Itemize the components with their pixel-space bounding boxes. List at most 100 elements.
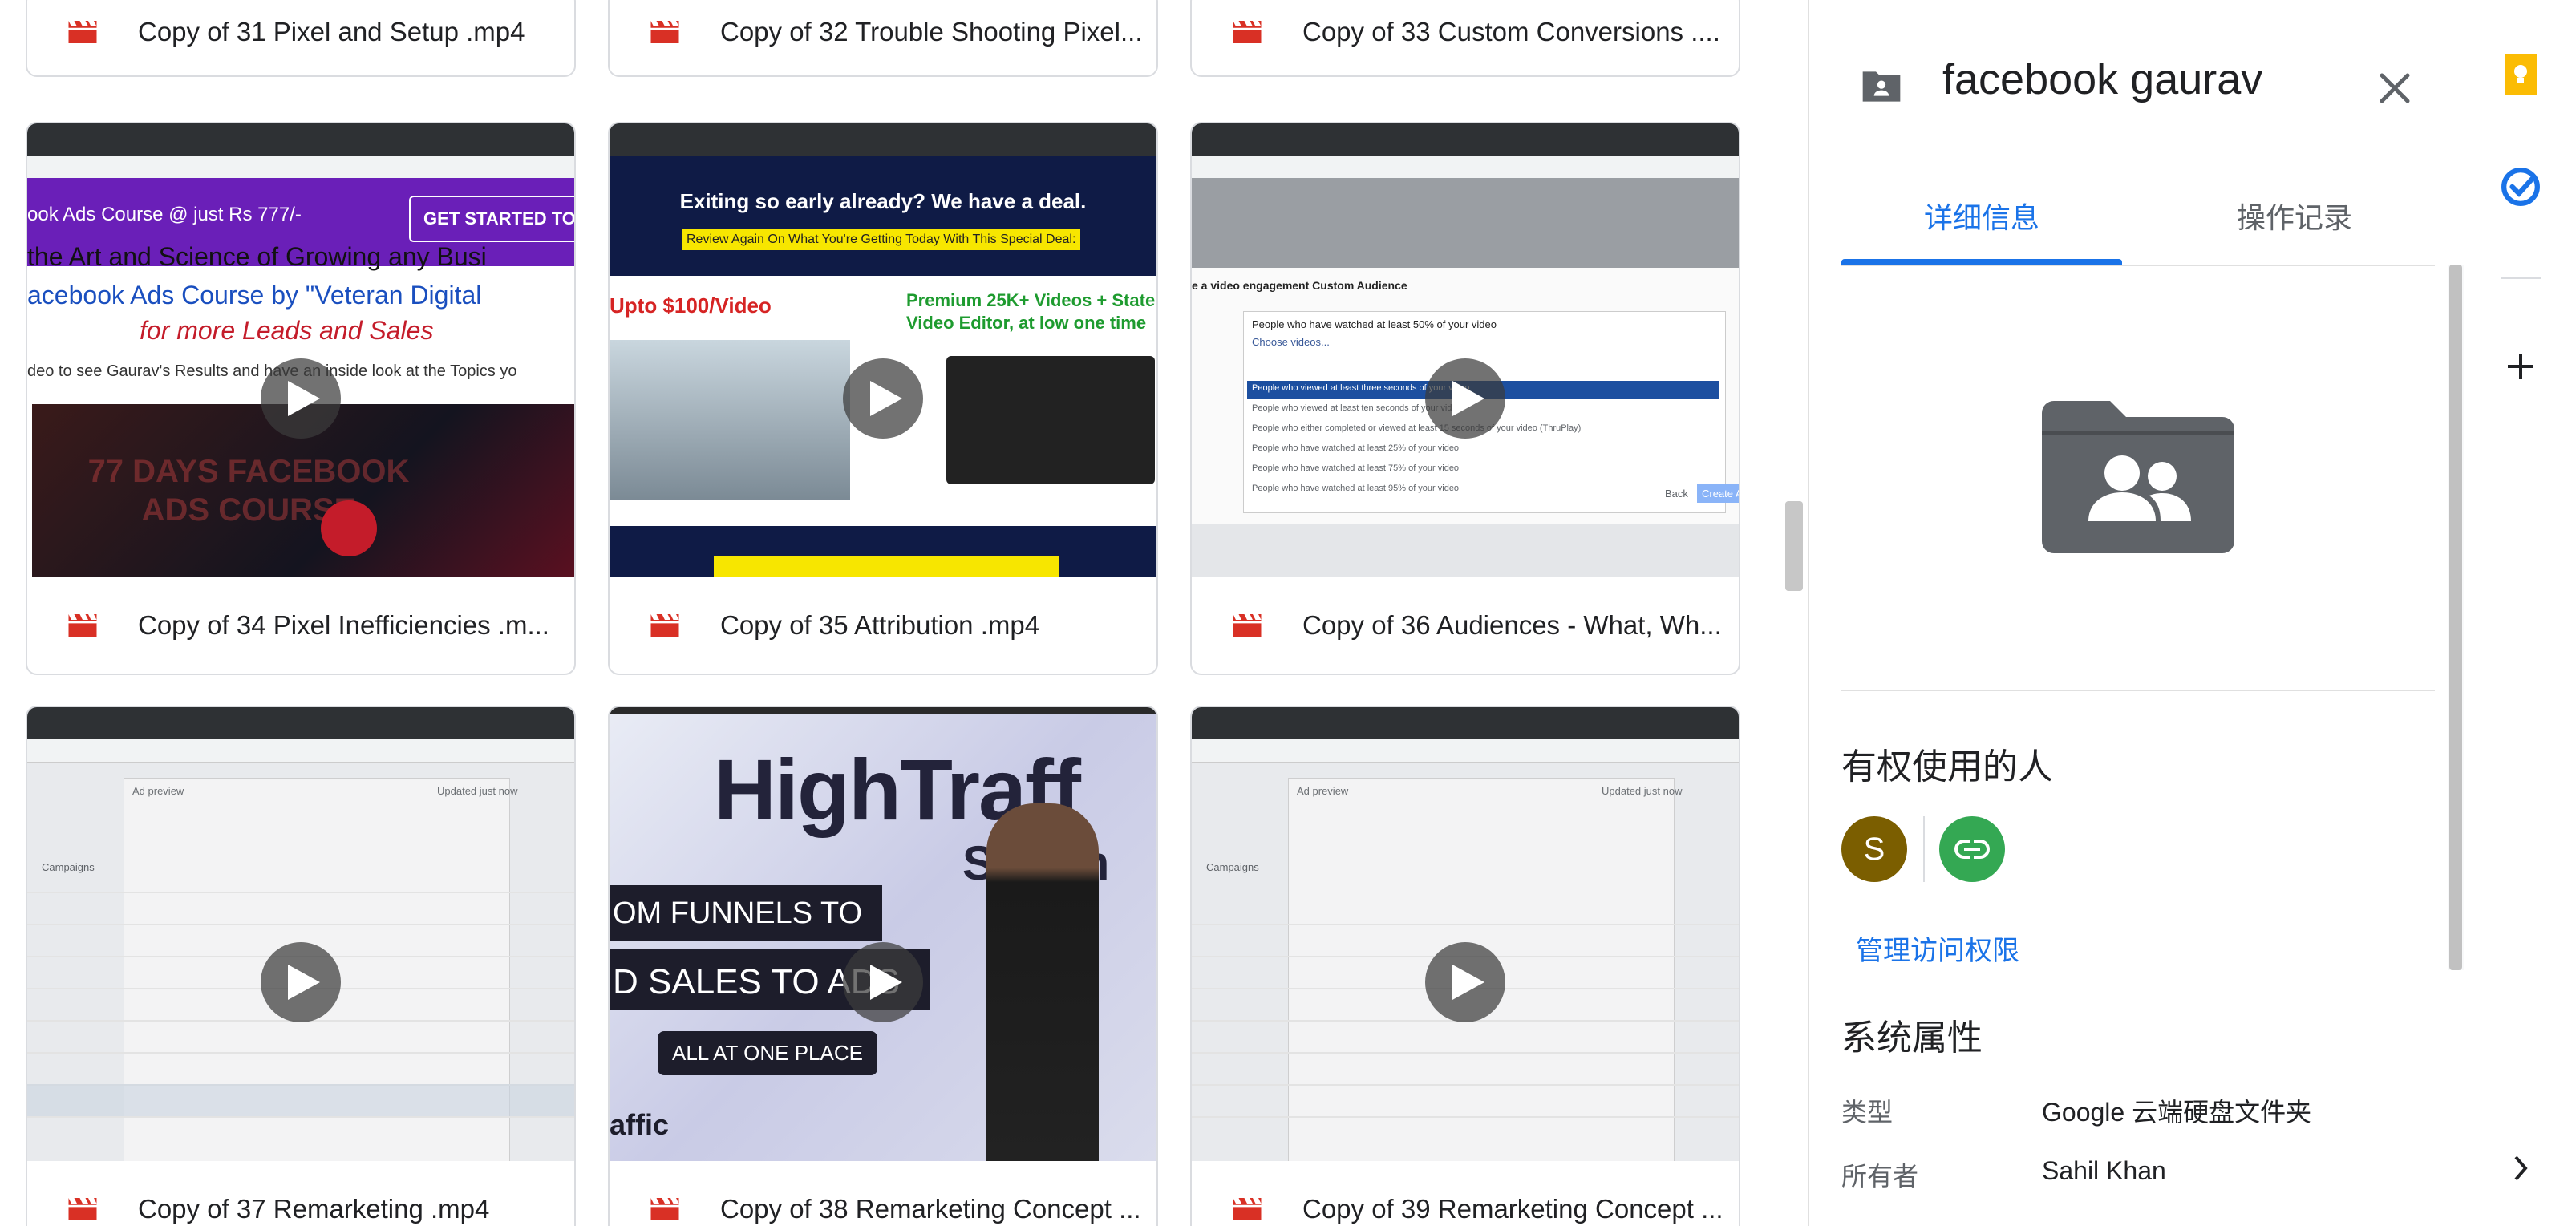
clipped-next-row <box>1841 1211 2435 1222</box>
property-value-type: Google 云端硬盘文件夹 <box>2042 1098 2312 1127</box>
property-value-owner: Sahil Khan <box>2042 1156 2166 1185</box>
file-card[interactable]: Copy of 33 Custom Conversions .... <box>1190 0 1740 77</box>
tasks-icon <box>2501 168 2540 206</box>
file-label: Copy of 38 Remarketing Concept ... <box>610 1161 1156 1226</box>
subline: Review Again On What You're Getting Toda… <box>682 229 1081 250</box>
table-line <box>1192 1116 1739 1118</box>
funnel-line: OM FUNNELS TO <box>613 896 863 930</box>
top-edge <box>610 707 1156 714</box>
premium-text-2: Video Editor, at low one time <box>906 313 1147 333</box>
play-icon[interactable] <box>261 942 341 1022</box>
ad-preview-label: Ad preview <box>1297 785 1349 797</box>
browser-bar <box>1192 707 1739 739</box>
avatar-letter: S <box>1863 831 1885 867</box>
video-thumbnail: ook Ads Course @ just Rs 777/- GET START… <box>27 123 574 577</box>
details-panel: facebook gaurav 详细信息 操作记录 有权使用的人 S 管理访问权… <box>1808 0 2465 1226</box>
play-icon[interactable] <box>1425 942 1505 1022</box>
file-name: Copy of 38 Remarketing Concept ... <box>720 1194 1141 1224</box>
highlighted-row <box>27 1084 574 1116</box>
panel-title: facebook gaurav <box>1942 55 2263 103</box>
file-card[interactable]: Exiting so early already? We have a deal… <box>608 122 1158 675</box>
video-file-icon <box>1233 1198 1262 1220</box>
file-card[interactable]: Ad preview Updated just now Campaigns Co… <box>1190 706 1740 1226</box>
add-icon <box>2508 354 2533 379</box>
add-addon-button[interactable] <box>2501 346 2541 386</box>
file-name: Copy of 35 Attribution .mp4 <box>720 610 1040 640</box>
table-line <box>1192 1084 1739 1086</box>
video-thumbnail: Exiting so early already? We have a deal… <box>610 123 1156 577</box>
avatar[interactable]: S <box>1841 816 1907 882</box>
play-icon[interactable] <box>843 942 923 1022</box>
file-card[interactable]: ook Ads Course @ just Rs 777/- GET START… <box>26 122 576 675</box>
avatar-divider <box>1923 816 1925 882</box>
tab-activity[interactable]: 操作记录 <box>2154 168 2435 263</box>
beach-image <box>610 340 850 500</box>
manage-access-link[interactable]: 管理访问权限 <box>1856 929 2019 968</box>
video-file-icon <box>68 614 97 637</box>
headline-line: the Art and Science of Growing any Busi <box>27 242 487 271</box>
table-line <box>27 1116 574 1118</box>
file-card[interactable]: HighTraff Summ OM FUNNELS TO D SALES TO … <box>608 706 1158 1226</box>
keep-button[interactable] <box>2501 54 2541 95</box>
updated-label: Updated just now <box>1602 785 1683 797</box>
file-card[interactable]: Copy of 32 Trouble Shooting Pixel... <box>608 0 1158 77</box>
file-card[interactable]: e a video engagement Custom Audience Peo… <box>1190 122 1740 675</box>
file-grid: Copy of 31 Pixel and Setup .mp4 Copy of … <box>0 0 1788 1226</box>
dialog-heading: e a video engagement Custom Audience <box>1192 279 1407 292</box>
campaigns-label: Campaigns <box>42 861 95 873</box>
file-card[interactable]: Copy of 31 Pixel and Setup .mp4 <box>26 0 576 77</box>
video-file-icon <box>68 1198 97 1220</box>
video-file-icon <box>68 21 97 43</box>
file-label: Copy of 36 Audiences - What, Wh... <box>1192 577 1739 674</box>
close-icon <box>2380 73 2410 103</box>
text-band: OM FUNNELS TO <box>610 885 882 941</box>
file-name: Copy of 32 Trouble Shooting Pixel... <box>720 17 1143 47</box>
bookmarks-bar <box>1192 156 1739 179</box>
bookmarks-bar <box>27 156 574 179</box>
dropdown-option: People who have watched at least 95% of … <box>1252 484 1460 493</box>
device-mockup <box>946 356 1155 484</box>
play-icon[interactable] <box>843 358 923 439</box>
browser-bar <box>610 123 1156 156</box>
table-line <box>27 1052 574 1054</box>
panel-scrollbar[interactable] <box>2449 265 2462 970</box>
file-label: Copy of 34 Pixel Inefficiencies .m... <box>27 577 574 674</box>
grid-scrollbar[interactable] <box>1785 501 1803 591</box>
cta-button: GET STARTED TO <box>409 196 574 242</box>
system-properties-title: 系统属性 <box>1841 1018 1983 1058</box>
expand-panel-button[interactable] <box>2501 1148 2541 1188</box>
bookmarks-bar <box>1192 739 1739 763</box>
tab-bar: 详细信息 操作记录 <box>1841 168 2435 266</box>
file-card[interactable]: Ad preview Updated just now Campaigns Co… <box>26 706 576 1226</box>
premium-text: Premium 25K+ Videos + State- <box>906 290 1156 310</box>
tab-details[interactable]: 详细信息 <box>1841 168 2122 265</box>
video-thumbnail: Ad preview Updated just now Campaigns <box>1192 707 1739 1161</box>
dark-header: Exiting so early already? We have a deal… <box>610 156 1156 276</box>
browser-bar <box>27 707 574 739</box>
video-file-icon <box>650 1198 679 1220</box>
badge: ALL AT ONE PLACE <box>658 1031 877 1075</box>
popup-title: People who have watched at least 50% of … <box>1252 318 1497 330</box>
play-icon[interactable] <box>261 358 341 439</box>
create-button: Create A <box>1697 484 1739 503</box>
file-label: Copy of 33 Custom Conversions .... <box>1192 0 1739 75</box>
file-name: Copy of 34 Pixel Inefficiencies .m... <box>138 610 549 640</box>
link-icon <box>1954 840 1990 859</box>
red-play <box>321 500 377 556</box>
play-icon[interactable] <box>1425 358 1505 439</box>
close-button[interactable] <box>2371 64 2419 112</box>
browser-bar <box>27 123 574 156</box>
video-thumbnail: e a video engagement Custom Audience Peo… <box>1192 123 1739 577</box>
updated-label: Updated just now <box>437 785 518 797</box>
tasks-button[interactable] <box>2501 167 2541 207</box>
rail-divider <box>2501 277 2541 279</box>
file-label: Copy of 37 Remarketing .mp4 <box>27 1161 574 1226</box>
video-file-icon <box>1233 614 1262 637</box>
bookmarks-bar <box>27 739 574 763</box>
banner-text: ook Ads Course @ just Rs 777/- <box>27 204 302 225</box>
file-name: Copy of 36 Audiences - What, Wh... <box>1302 610 1722 640</box>
dropdown-option: People who have watched at least 75% of … <box>1252 463 1460 473</box>
headline-line: for more Leads and Sales <box>140 316 434 345</box>
link-sharing-button[interactable] <box>1939 816 2005 882</box>
property-key-type: 类型 <box>1841 1098 1894 1127</box>
